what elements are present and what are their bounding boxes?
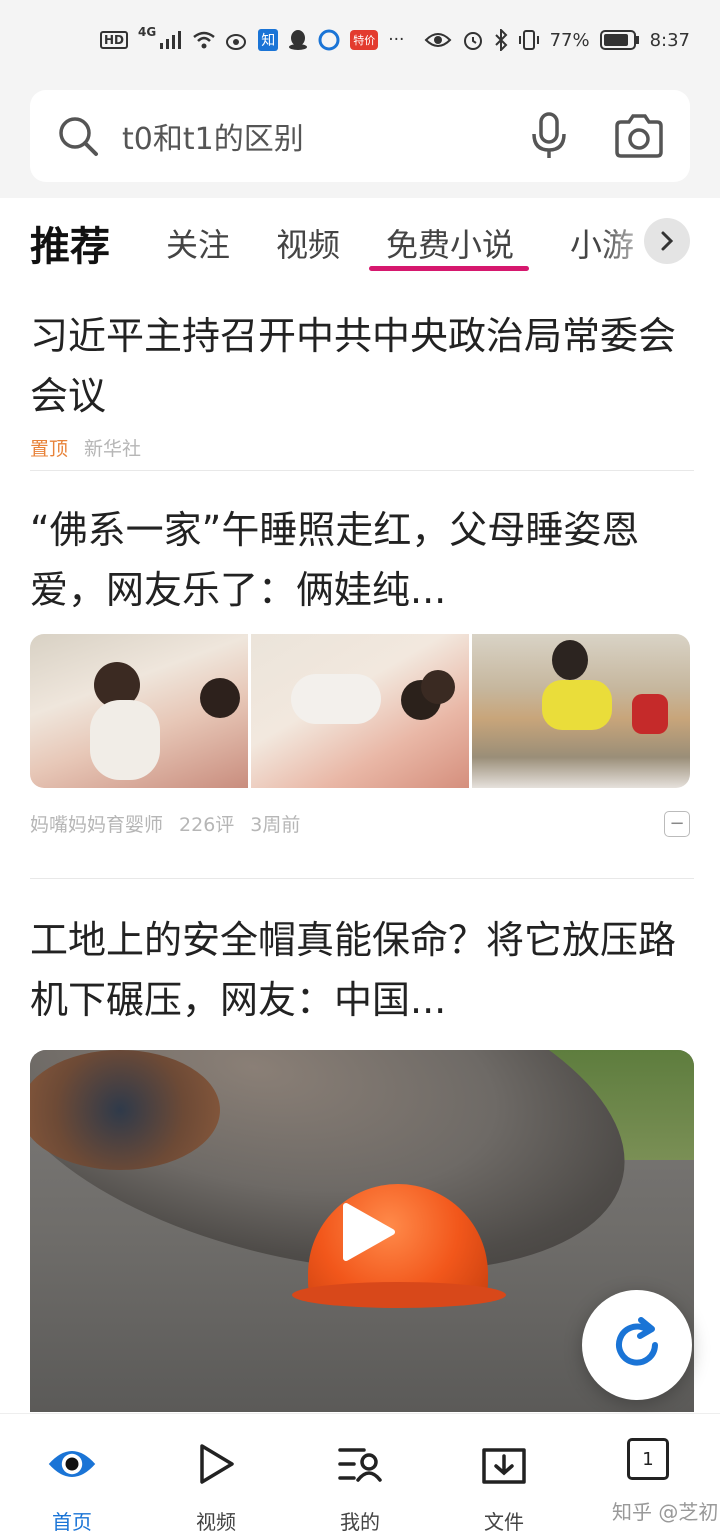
nav-label: 我的 [340, 1510, 380, 1534]
hd-indicator: HD [100, 31, 129, 49]
news-meta: 妈嘴妈妈育婴师 226评 3周前 − [30, 810, 690, 837]
wifi-icon [193, 31, 215, 49]
vibrate-icon [518, 30, 539, 50]
photo-detail [632, 694, 668, 734]
photo-detail [292, 1282, 506, 1308]
photo-detail [542, 680, 612, 730]
search-area [0, 80, 720, 198]
thumbnail-image[interactable] [251, 634, 469, 788]
news-thumbnails[interactable] [30, 634, 690, 788]
clock-time: 8:37 [649, 29, 690, 51]
eye-home-icon [46, 1438, 98, 1490]
signal-icon [160, 31, 182, 49]
status-bar: HD 4G 知 特价 ··· 77% 8:37 [0, 0, 720, 80]
nav-home[interactable]: 首页 [0, 1414, 144, 1540]
more-notifications: ··· [388, 30, 405, 50]
refresh-button[interactable] [582, 1290, 692, 1400]
photo-detail [291, 674, 381, 724]
feed-content: 推荐 关注 视频 免费小说 小游 习近平主持召开中共中央政治局常委会会议 置顶 … [0, 198, 720, 1413]
battery-icon [599, 30, 639, 50]
thumbnail-image[interactable] [472, 634, 690, 788]
search-box[interactable] [30, 90, 690, 182]
divider [30, 878, 694, 879]
news-title[interactable]: 习近平主持召开中共中央政治局常委会会议 [30, 306, 690, 426]
news-title[interactable]: “佛系一家”午睡照走红，父母睡姿恩爱，网友乐了：俩娃纯... [30, 500, 690, 620]
play-icon [190, 1438, 242, 1490]
tab-count: 1 [642, 1448, 654, 1470]
news-meta: 置顶 新华社 [30, 434, 690, 461]
tab-follow[interactable]: 关注 [166, 220, 230, 266]
tab-recommend[interactable]: 推荐 [30, 214, 110, 272]
nav-label: 首页 [52, 1510, 92, 1534]
alarm-icon [463, 32, 482, 50]
news-source: 新华社 [84, 438, 142, 460]
comment-count: 226评 [179, 814, 235, 836]
dismiss-button[interactable]: − [664, 810, 690, 837]
zhihu-app-icon: 知 [258, 29, 279, 51]
status-right: 77% 8:37 [424, 29, 690, 51]
status-left: HD 4G 知 特价 ··· [100, 25, 405, 51]
browser-icon [318, 29, 340, 51]
photo-detail [421, 670, 455, 704]
download-folder-icon [478, 1438, 530, 1490]
tabs-icon: 1 [627, 1438, 669, 1480]
nav-label: 文件 [484, 1510, 524, 1534]
thumbnail-image[interactable] [30, 634, 248, 788]
pinned-badge: 置顶 [30, 438, 69, 460]
voice-search-icon[interactable] [524, 111, 574, 161]
nav-files[interactable]: 文件 [432, 1414, 576, 1540]
bluetooth-icon [494, 29, 507, 51]
tab-video[interactable]: 视频 [276, 220, 340, 266]
battery-percent: 77% [549, 29, 590, 51]
news-item-2[interactable]: “佛系一家”午睡照走红，父母睡姿恩爱，网友乐了：俩娃纯... 妈嘴妈妈育婴师 2… [30, 500, 690, 837]
tab-indicator [369, 266, 529, 271]
photo-detail [200, 678, 240, 718]
watermark: 知乎 @芝初 [612, 1500, 719, 1524]
chevron-right-icon [661, 231, 674, 251]
tab-free-novel[interactable]: 免费小说 [386, 220, 514, 266]
tabs-expand-button[interactable] [644, 218, 690, 264]
news-source: 妈嘴妈妈育婴师 [30, 814, 164, 836]
news-title[interactable]: 工地上的安全帽真能保命？将它放压路机下碾压，网友：中国... [30, 910, 690, 1030]
refresh-icon [616, 1317, 658, 1366]
news-time: 3周前 [250, 814, 301, 836]
search-icon [59, 117, 98, 156]
weibo-icon [226, 34, 247, 50]
divider [30, 470, 694, 471]
profile-icon [334, 1438, 386, 1490]
nav-label: 视频 [196, 1510, 236, 1534]
search-input[interactable] [122, 118, 502, 154]
shopping-app-icon: 特价 [350, 30, 379, 50]
nav-video[interactable]: 视频 [144, 1414, 288, 1540]
qq-icon [289, 30, 308, 50]
channel-tabs: 推荐 关注 视频 免费小说 小游 [0, 198, 720, 290]
news-item-1[interactable]: 习近平主持召开中共中央政治局常委会会议 置顶 新华社 [30, 306, 690, 461]
network-type: 4G [138, 25, 157, 39]
eye-comfort-icon [424, 33, 451, 47]
play-icon[interactable] [338, 1200, 398, 1264]
camera-search-icon[interactable] [614, 111, 664, 161]
nav-mine[interactable]: 我的 [288, 1414, 432, 1540]
photo-detail [90, 700, 160, 780]
photo-detail [552, 640, 588, 680]
